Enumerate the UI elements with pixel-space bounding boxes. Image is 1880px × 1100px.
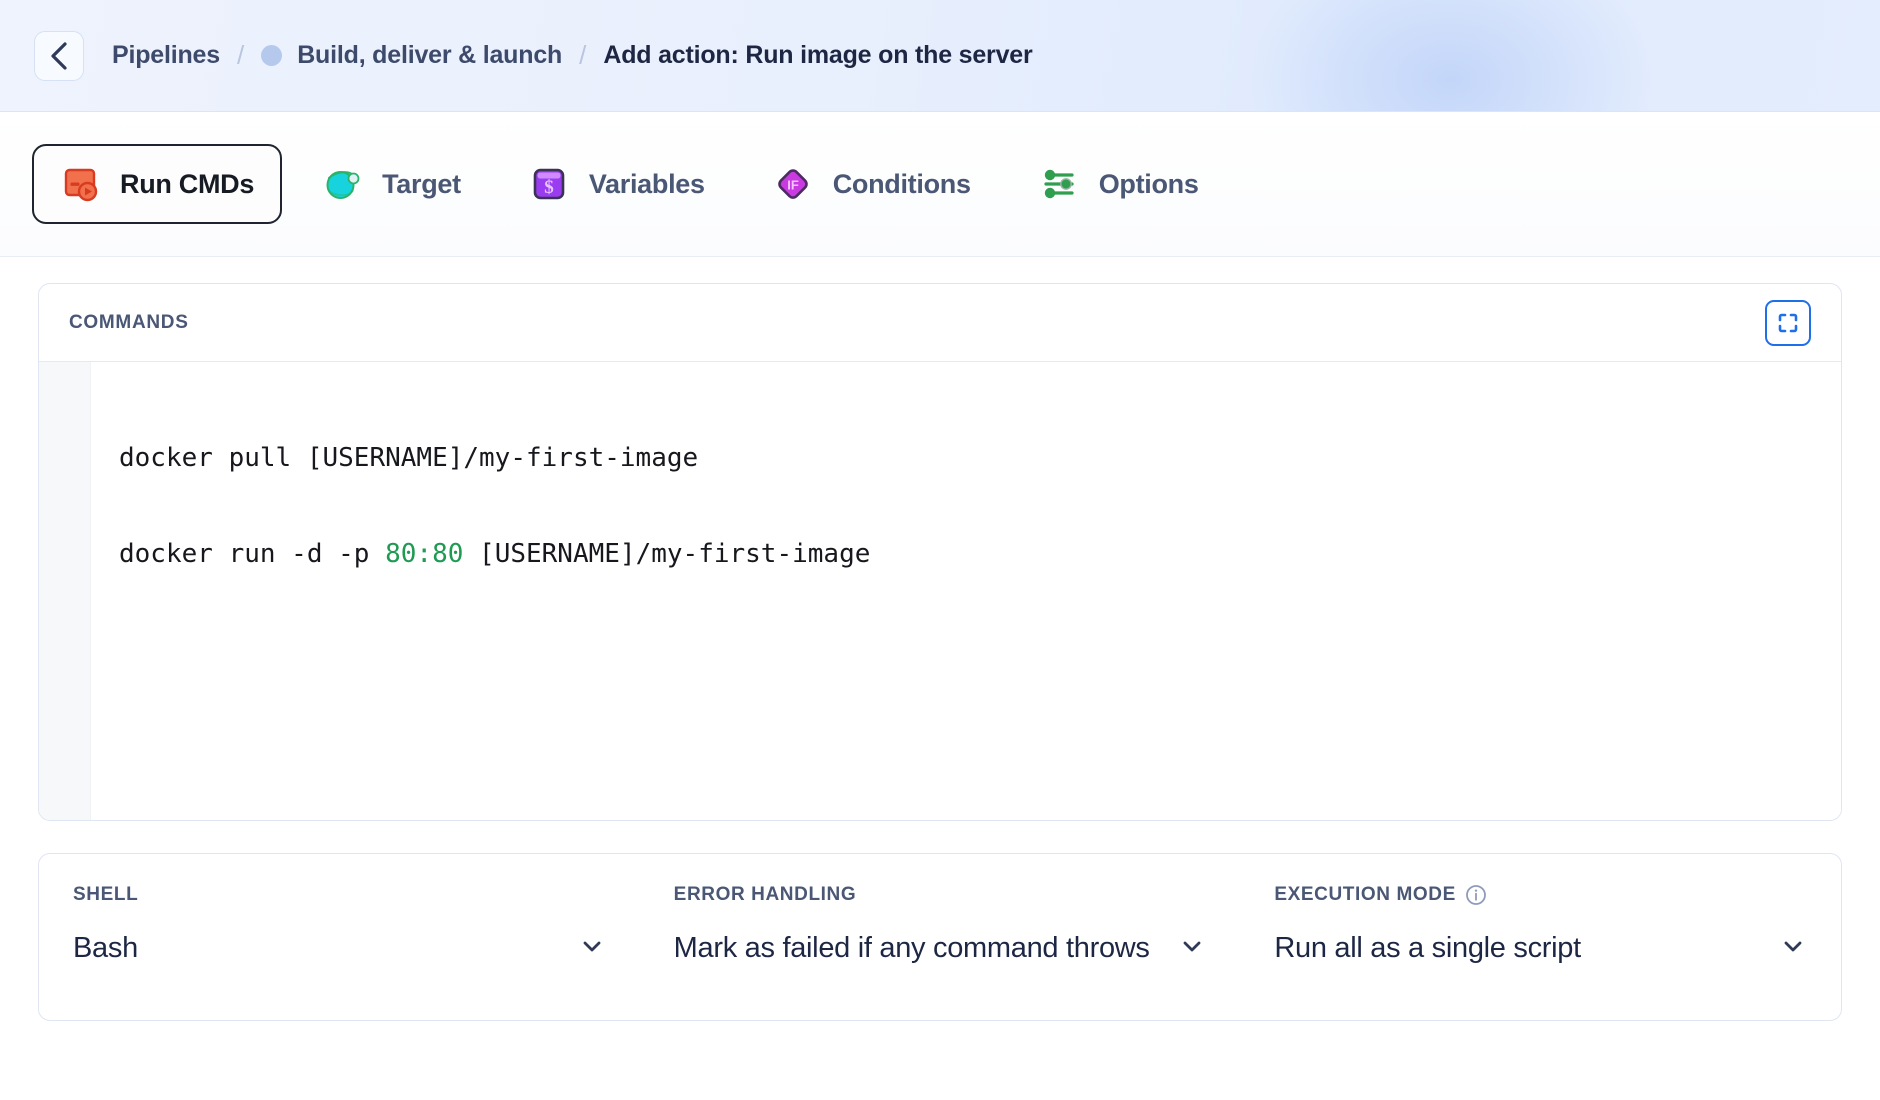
settings-row: SHELL Bash ERROR HANDLING Mark as failed… <box>38 853 1842 1021</box>
page-header: Pipelines / Build, deliver & launch / Ad… <box>0 0 1880 112</box>
breadcrumb: Pipelines / Build, deliver & launch / Ad… <box>34 30 1033 81</box>
chevron-down-icon <box>1178 932 1206 965</box>
shell-field: SHELL Bash <box>39 854 640 1020</box>
breadcrumb-item-pipelines[interactable]: Pipelines <box>112 41 220 70</box>
error-handling-field: ERROR HANDLING Mark as failed if any com… <box>640 854 1241 1020</box>
editor-gutter <box>39 362 91 820</box>
svg-text:$: $ <box>544 177 554 198</box>
code-line-2-pre: docker run -d -p <box>119 539 386 569</box>
tab-options-label: Options <box>1098 168 1199 199</box>
commands-panel: COMMANDS docker pull [USERNAME]/my-first… <box>38 283 1842 821</box>
error-handling-label: ERROR HANDLING <box>673 884 857 905</box>
code-line: docker pull [USERNAME]/my-first-image <box>119 434 1841 482</box>
tab-target[interactable]: Target <box>294 144 489 224</box>
sliders-icon <box>1039 164 1079 204</box>
chevron-down-icon <box>578 932 606 965</box>
breadcrumb-item-pipeline[interactable]: Build, deliver & launch <box>261 41 562 70</box>
if-diamond-icon: IF <box>773 164 813 204</box>
shell-label: SHELL <box>73 884 139 905</box>
breadcrumb-pipeline-label: Build, deliver & launch <box>297 41 563 69</box>
fullscreen-icon[interactable] <box>1765 299 1811 346</box>
main-content: COMMANDS docker pull [USERNAME]/my-first… <box>0 257 1880 1021</box>
tab-run-cmds-label: Run CMDs <box>120 168 255 199</box>
planet-icon <box>322 164 362 204</box>
tab-conditions[interactable]: IF Conditions <box>745 144 999 224</box>
tab-conditions-label: Conditions <box>832 168 971 199</box>
commands-panel-title: COMMANDS <box>69 311 189 333</box>
breadcrumb-separator-2: / <box>579 40 587 70</box>
info-circle-icon[interactable] <box>1465 884 1487 906</box>
svg-text:IF: IF <box>787 178 799 193</box>
tab-options[interactable]: Options <box>1011 144 1227 224</box>
commands-editor[interactable]: docker pull [USERNAME]/my-first-image do… <box>39 362 1841 820</box>
breadcrumb-current-page: Add action: Run image on the server <box>603 41 1033 69</box>
dollar-card-icon: $ <box>529 164 569 204</box>
header-decoration-blob <box>1170 0 1730 111</box>
tab-target-label: Target <box>382 168 461 199</box>
error-handling-selected-value: Mark as failed if any command throws <box>673 932 1150 964</box>
execution-mode-label-row: EXECUTION MODE <box>1274 884 1807 906</box>
commands-panel-header: COMMANDS <box>39 284 1841 362</box>
back-button[interactable] <box>34 30 84 81</box>
tab-variables[interactable]: $ Variables <box>501 144 733 224</box>
breadcrumb-separator-1: / <box>236 40 245 70</box>
code-line-1-text: docker pull [USERNAME]/my-first-image <box>119 443 699 473</box>
code-line-2-post: [USERNAME]/my-first-image <box>463 539 871 569</box>
chevron-down-icon <box>1779 932 1807 965</box>
action-tabbar: Run CMDs Target $ Variables IF Condition… <box>0 112 1880 257</box>
execution-mode-select[interactable]: Run all as a single script <box>1274 932 1807 965</box>
tab-variables-label: Variables <box>588 168 705 199</box>
execution-mode-label: EXECUTION MODE <box>1274 884 1456 905</box>
terminal-run-icon <box>60 164 100 204</box>
execution-mode-field: EXECUTION MODE Run all as a single scrip… <box>1240 854 1841 1020</box>
shell-select[interactable]: Bash <box>73 932 606 965</box>
execution-mode-selected-value: Run all as a single script <box>1274 932 1581 964</box>
code-line-2-number: 80:80 <box>385 539 464 569</box>
editor-code-area[interactable]: docker pull [USERNAME]/my-first-image do… <box>91 362 1841 820</box>
chevron-left-icon <box>48 41 70 71</box>
shell-selected-value: Bash <box>73 932 138 964</box>
pipeline-status-dot-icon <box>261 45 283 66</box>
error-handling-select[interactable]: Mark as failed if any command throws <box>674 932 1207 965</box>
code-line: docker run -d -p 80:80 [USERNAME]/my-fir… <box>119 530 1841 578</box>
tab-run-cmds[interactable]: Run CMDs <box>32 144 283 224</box>
